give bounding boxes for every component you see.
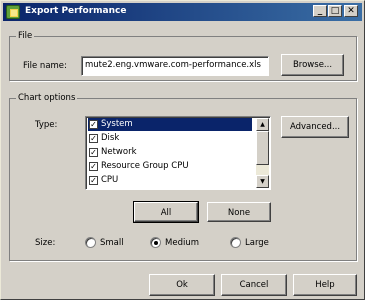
chart-type-item-label: System xyxy=(101,119,133,129)
chart-options-legend: Chart options xyxy=(18,93,76,103)
chart-type-item-system[interactable]: ✓ System xyxy=(88,118,252,131)
chart-type-item-label: Network xyxy=(101,147,137,157)
radio-selected-dot xyxy=(154,241,158,245)
network-checkbox[interactable]: ✓ xyxy=(89,148,98,157)
size-large-radio[interactable] xyxy=(230,237,241,248)
ok-button[interactable]: Ok xyxy=(149,274,215,296)
system-checkbox[interactable]: ✓ xyxy=(89,120,98,129)
advanced-button[interactable]: Advanced... xyxy=(281,116,349,138)
chart-type-item-network[interactable]: ✓ Network xyxy=(88,146,252,159)
size-small-radio[interactable] xyxy=(85,237,96,248)
title-bar[interactable]: Export Performance _ □ ✕ xyxy=(3,3,362,21)
help-button[interactable]: Help xyxy=(293,274,357,296)
cpu-checkbox[interactable]: ✓ xyxy=(89,176,98,185)
select-all-button[interactable]: All xyxy=(133,201,199,223)
scroll-up-button[interactable]: ▲ xyxy=(256,118,269,131)
window-title: Export Performance xyxy=(25,6,127,16)
disk-checkbox[interactable]: ✓ xyxy=(89,134,98,143)
size-label: Size: xyxy=(35,238,56,248)
chart-type-item-cpu[interactable]: ✓ CPU xyxy=(88,174,252,187)
chart-type-item-disk[interactable]: ✓ Disk xyxy=(88,132,252,145)
export-app-icon xyxy=(6,5,20,19)
resource-group-cpu-checkbox[interactable]: ✓ xyxy=(89,162,98,171)
browse-button[interactable]: Browse... xyxy=(281,54,344,76)
chart-type-item-label: Disk xyxy=(101,133,120,143)
minimize-button[interactable]: _ xyxy=(313,5,327,17)
file-name-input[interactable]: mute2.eng.vmware.com-performance.xls xyxy=(81,56,269,76)
export-performance-dialog: Export Performance _ □ ✕ File File name:… xyxy=(0,0,365,300)
maximize-button[interactable]: □ xyxy=(328,5,342,17)
type-label: Type: xyxy=(35,120,58,130)
size-small-label[interactable]: Small xyxy=(100,238,124,248)
size-medium-radio[interactable] xyxy=(150,237,161,248)
size-medium-label[interactable]: Medium xyxy=(165,238,199,248)
cancel-button[interactable]: Cancel xyxy=(221,274,287,296)
file-group-legend: File xyxy=(18,31,33,41)
size-large-label[interactable]: Large xyxy=(245,238,269,248)
chart-type-item-label: Resource Group CPU xyxy=(101,161,189,171)
chart-type-scrollbar[interactable]: ▲ ▼ xyxy=(256,118,269,188)
select-none-button[interactable]: None xyxy=(207,202,271,222)
chart-type-item-label: CPU xyxy=(101,175,119,185)
file-name-label: File name: xyxy=(23,61,67,71)
close-button[interactable]: ✕ xyxy=(344,5,358,17)
chart-type-list[interactable]: ✓ System ✓ Disk ✓ Network ✓ Resource Gro… xyxy=(85,116,271,190)
chart-type-item-resource-group-cpu[interactable]: ✓ Resource Group CPU xyxy=(88,160,252,173)
scroll-down-button[interactable]: ▼ xyxy=(256,175,269,188)
scroll-thumb[interactable] xyxy=(256,131,269,165)
